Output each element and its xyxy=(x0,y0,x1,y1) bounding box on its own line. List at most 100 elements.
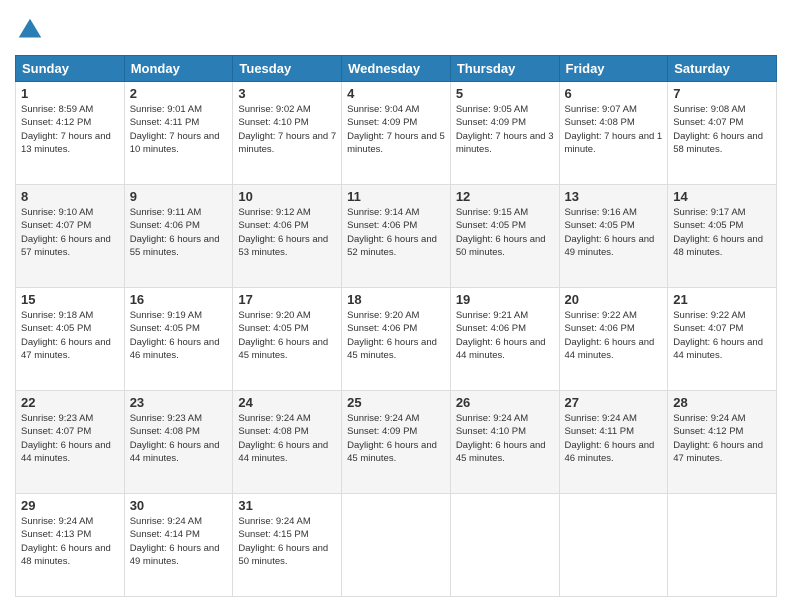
calendar-cell: 23 Sunrise: 9:23 AMSunset: 4:08 PMDayligh… xyxy=(124,391,233,494)
calendar-cell: 11 Sunrise: 9:14 AMSunset: 4:06 PMDayligh… xyxy=(342,185,451,288)
day-info: Sunrise: 9:20 AMSunset: 4:06 PMDaylight:… xyxy=(347,309,445,362)
calendar-cell: 18 Sunrise: 9:20 AMSunset: 4:06 PMDayligh… xyxy=(342,288,451,391)
calendar-cell: 22Sunrise: 9:23 AMSunset: 4:07 PMDayligh… xyxy=(16,391,125,494)
day-info: Sunrise: 9:15 AMSunset: 4:05 PMDaylight:… xyxy=(456,206,554,259)
day-number: 23 xyxy=(130,395,228,410)
day-info: Sunrise: 9:24 AMSunset: 4:08 PMDaylight:… xyxy=(238,412,336,465)
calendar-cell: 25 Sunrise: 9:24 AMSunset: 4:09 PMDayligh… xyxy=(342,391,451,494)
day-number: 15 xyxy=(21,292,119,307)
day-info: Sunrise: 9:24 AMSunset: 4:14 PMDaylight:… xyxy=(130,515,228,568)
calendar-cell: 7Sunrise: 9:08 AMSunset: 4:07 PMDaylight… xyxy=(668,82,777,185)
header xyxy=(15,15,777,45)
calendar-day-header: Monday xyxy=(124,56,233,82)
calendar-cell: 10 Sunrise: 9:12 AMSunset: 4:06 PMDayligh… xyxy=(233,185,342,288)
day-number: 18 xyxy=(347,292,445,307)
page: SundayMondayTuesdayWednesdayThursdayFrid… xyxy=(0,0,792,612)
calendar-cell: 15 Sunrise: 9:18 AMSunset: 4:05 PMDayligh… xyxy=(16,288,125,391)
calendar-day-header: Wednesday xyxy=(342,56,451,82)
calendar-cell: 21Sunrise: 9:22 AMSunset: 4:07 PMDayligh… xyxy=(668,288,777,391)
day-number: 31 xyxy=(238,498,336,513)
calendar-cell: 1 Sunrise: 8:59 AMSunset: 4:12 PMDaylight… xyxy=(16,82,125,185)
calendar-cell: 26Sunrise: 9:24 AMSunset: 4:10 PMDayligh… xyxy=(450,391,559,494)
day-number: 19 xyxy=(456,292,554,307)
calendar-cell: 12Sunrise: 9:15 AMSunset: 4:05 PMDayligh… xyxy=(450,185,559,288)
calendar-cell: 16 Sunrise: 9:19 AMSunset: 4:05 PMDayligh… xyxy=(124,288,233,391)
calendar-cell: 6 Sunrise: 9:07 AMSunset: 4:08 PMDaylight… xyxy=(559,82,668,185)
calendar-cell xyxy=(559,494,668,597)
calendar-table: SundayMondayTuesdayWednesdayThursdayFrid… xyxy=(15,55,777,597)
day-info: Sunrise: 9:12 AMSunset: 4:06 PMDaylight:… xyxy=(238,206,336,259)
day-info: Sunrise: 9:23 AMSunset: 4:08 PMDaylight:… xyxy=(130,412,228,465)
calendar-cell: 17Sunrise: 9:20 AMSunset: 4:05 PMDayligh… xyxy=(233,288,342,391)
calendar-cell: 30 Sunrise: 9:24 AMSunset: 4:14 PMDayligh… xyxy=(124,494,233,597)
day-number: 3 xyxy=(238,86,336,101)
day-info: Sunrise: 9:22 AMSunset: 4:06 PMDaylight:… xyxy=(565,309,663,362)
calendar-cell: 13 Sunrise: 9:16 AMSunset: 4:05 PMDayligh… xyxy=(559,185,668,288)
day-info: Sunrise: 9:02 AMSunset: 4:10 PMDaylight:… xyxy=(238,103,336,156)
day-info: Sunrise: 9:14 AMSunset: 4:06 PMDaylight:… xyxy=(347,206,445,259)
calendar-cell xyxy=(668,494,777,597)
calendar-cell xyxy=(450,494,559,597)
day-number: 16 xyxy=(130,292,228,307)
calendar-cell: 2 Sunrise: 9:01 AMSunset: 4:11 PMDaylight… xyxy=(124,82,233,185)
calendar-cell: 31 Sunrise: 9:24 AMSunset: 4:15 PMDayligh… xyxy=(233,494,342,597)
day-number: 25 xyxy=(347,395,445,410)
day-number: 13 xyxy=(565,189,663,204)
day-info: Sunrise: 9:16 AMSunset: 4:05 PMDaylight:… xyxy=(565,206,663,259)
calendar-cell xyxy=(342,494,451,597)
day-info: Sunrise: 9:04 AMSunset: 4:09 PMDaylight:… xyxy=(347,103,445,156)
calendar-week-row: 1 Sunrise: 8:59 AMSunset: 4:12 PMDaylight… xyxy=(16,82,777,185)
calendar-cell: 9 Sunrise: 9:11 AMSunset: 4:06 PMDaylight… xyxy=(124,185,233,288)
day-info: Sunrise: 9:24 AMSunset: 4:13 PMDaylight:… xyxy=(21,515,119,568)
day-number: 27 xyxy=(565,395,663,410)
day-info: Sunrise: 9:10 AMSunset: 4:07 PMDaylight:… xyxy=(21,206,119,259)
day-info: Sunrise: 9:24 AMSunset: 4:12 PMDaylight:… xyxy=(673,412,771,465)
day-number: 6 xyxy=(565,86,663,101)
day-info: Sunrise: 9:23 AMSunset: 4:07 PMDaylight:… xyxy=(21,412,119,465)
calendar-cell: 19 Sunrise: 9:21 AMSunset: 4:06 PMDayligh… xyxy=(450,288,559,391)
calendar-cell: 14 Sunrise: 9:17 AMSunset: 4:05 PMDayligh… xyxy=(668,185,777,288)
calendar-day-header: Thursday xyxy=(450,56,559,82)
day-info: Sunrise: 9:17 AMSunset: 4:05 PMDaylight:… xyxy=(673,206,771,259)
calendar-cell: 24Sunrise: 9:24 AMSunset: 4:08 PMDayligh… xyxy=(233,391,342,494)
calendar-cell: 8 Sunrise: 9:10 AMSunset: 4:07 PMDaylight… xyxy=(16,185,125,288)
calendar-week-row: 15 Sunrise: 9:18 AMSunset: 4:05 PMDayligh… xyxy=(16,288,777,391)
day-info: Sunrise: 9:11 AMSunset: 4:06 PMDaylight:… xyxy=(130,206,228,259)
calendar-cell: 5Sunrise: 9:05 AMSunset: 4:09 PMDaylight… xyxy=(450,82,559,185)
calendar-day-header: Saturday xyxy=(668,56,777,82)
day-info: Sunrise: 9:24 AMSunset: 4:09 PMDaylight:… xyxy=(347,412,445,465)
day-number: 2 xyxy=(130,86,228,101)
day-info: Sunrise: 9:24 AMSunset: 4:15 PMDaylight:… xyxy=(238,515,336,568)
day-info: Sunrise: 9:24 AMSunset: 4:11 PMDaylight:… xyxy=(565,412,663,465)
calendar-week-row: 22Sunrise: 9:23 AMSunset: 4:07 PMDayligh… xyxy=(16,391,777,494)
day-info: Sunrise: 9:18 AMSunset: 4:05 PMDaylight:… xyxy=(21,309,119,362)
day-number: 14 xyxy=(673,189,771,204)
calendar-cell: 3 Sunrise: 9:02 AMSunset: 4:10 PMDaylight… xyxy=(233,82,342,185)
day-number: 4 xyxy=(347,86,445,101)
day-info: Sunrise: 9:19 AMSunset: 4:05 PMDaylight:… xyxy=(130,309,228,362)
day-info: Sunrise: 9:20 AMSunset: 4:05 PMDaylight:… xyxy=(238,309,336,362)
day-number: 5 xyxy=(456,86,554,101)
day-info: Sunrise: 9:07 AMSunset: 4:08 PMDaylight:… xyxy=(565,103,663,156)
day-number: 30 xyxy=(130,498,228,513)
day-number: 21 xyxy=(673,292,771,307)
day-number: 1 xyxy=(21,86,119,101)
day-number: 10 xyxy=(238,189,336,204)
day-number: 11 xyxy=(347,189,445,204)
day-number: 9 xyxy=(130,189,228,204)
day-info: Sunrise: 9:21 AMSunset: 4:06 PMDaylight:… xyxy=(456,309,554,362)
logo xyxy=(15,15,49,45)
calendar-week-row: 8 Sunrise: 9:10 AMSunset: 4:07 PMDaylight… xyxy=(16,185,777,288)
day-number: 28 xyxy=(673,395,771,410)
day-info: Sunrise: 8:59 AMSunset: 4:12 PMDaylight:… xyxy=(21,103,119,156)
day-number: 20 xyxy=(565,292,663,307)
calendar-cell: 4 Sunrise: 9:04 AMSunset: 4:09 PMDaylight… xyxy=(342,82,451,185)
calendar-header-row: SundayMondayTuesdayWednesdayThursdayFrid… xyxy=(16,56,777,82)
day-number: 29 xyxy=(21,498,119,513)
day-number: 8 xyxy=(21,189,119,204)
logo-icon xyxy=(15,15,45,45)
day-info: Sunrise: 9:01 AMSunset: 4:11 PMDaylight:… xyxy=(130,103,228,156)
calendar-week-row: 29 Sunrise: 9:24 AMSunset: 4:13 PMDayligh… xyxy=(16,494,777,597)
calendar-cell: 28 Sunrise: 9:24 AMSunset: 4:12 PMDayligh… xyxy=(668,391,777,494)
calendar-cell: 27 Sunrise: 9:24 AMSunset: 4:11 PMDayligh… xyxy=(559,391,668,494)
